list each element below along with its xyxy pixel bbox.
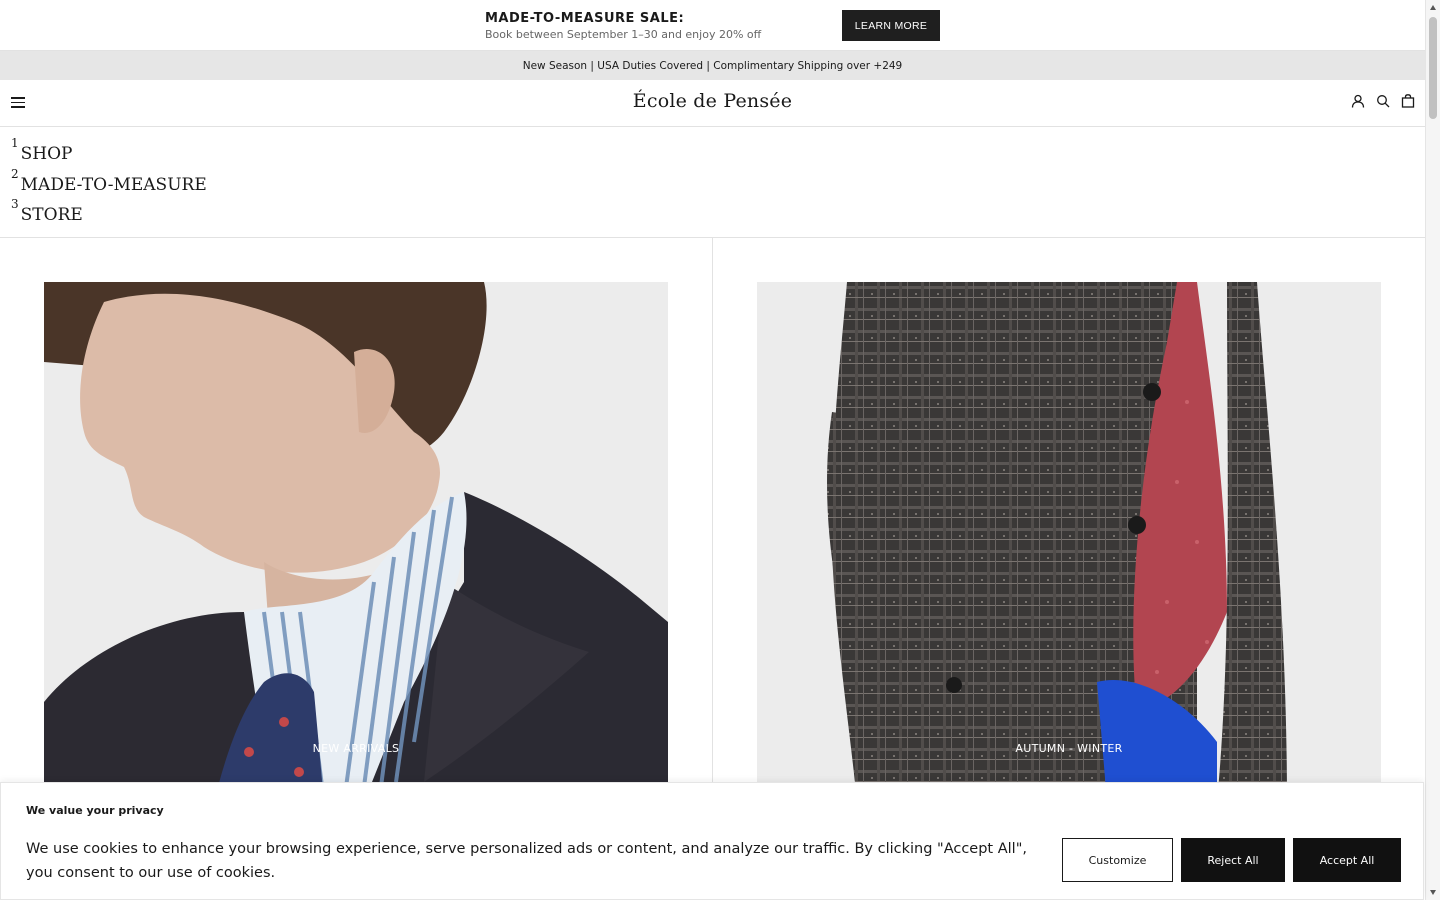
page-scrollbar[interactable] [1425,0,1440,900]
scroll-down-arrow-icon[interactable] [1430,890,1436,895]
nav-number: 2 [11,166,19,181]
card-new-arrivals[interactable]: NEW ARRIVALS [44,282,668,802]
nav-label: SHOP [20,144,73,164]
scroll-thumb[interactable] [1429,17,1437,119]
promo-text: MADE-TO-MEASURE SALE: Book between Septe… [485,11,761,43]
nav-item-store[interactable]: 3STORE [11,197,1425,231]
promo-banner: MADE-TO-MEASURE SALE: Book between Septe… [0,0,1425,51]
site-logo[interactable]: École de Pensée [0,90,1425,112]
new-arrivals-image [44,282,668,802]
learn-more-button[interactable]: LEARN MORE [842,10,940,41]
bag-icon[interactable] [1401,94,1415,108]
nav-item-shop[interactable]: 1SHOP [11,136,1425,170]
card-label-new-arrivals: NEW ARRIVALS [312,742,400,755]
cookie-banner: We value your privacy We use cookies to … [0,782,1424,900]
site-header: École de Pensée [0,80,1425,127]
promo-title: MADE-TO-MEASURE SALE: [485,11,685,26]
card-label-autumn-winter: AUTUMN - WINTER [1015,742,1123,755]
promo-subtitle: Book between September 1–30 and enjoy 20… [485,28,762,41]
cookie-text: We use cookies to enhance your browsing … [26,841,1027,881]
accept-all-button[interactable]: Accept All [1293,838,1401,882]
account-icon[interactable] [1351,94,1365,108]
nav-number: 1 [11,136,19,150]
main-nav: 1SHOP 2MADE-TO-MEASURE 3STORE [0,127,1425,238]
autumn-winter-image [757,282,1381,802]
cookie-title: We value your privacy [26,804,164,817]
announcement-bar: New Season | USA Duties Covered | Compli… [0,51,1425,80]
nav-label: STORE [20,205,83,225]
card-autumn-winter[interactable]: AUTUMN - WINTER [757,282,1381,802]
reject-all-button[interactable]: Reject All [1181,838,1285,882]
nav-label: MADE-TO-MEASURE [20,174,207,195]
header-icons [1351,94,1415,108]
scroll-up-arrow-icon[interactable] [1430,5,1436,10]
nav-number: 3 [11,197,19,211]
nav-item-made-to-measure[interactable]: 2MADE-TO-MEASURE [11,166,1425,201]
search-icon[interactable] [1376,94,1390,108]
customize-button[interactable]: Customize [1062,838,1173,882]
